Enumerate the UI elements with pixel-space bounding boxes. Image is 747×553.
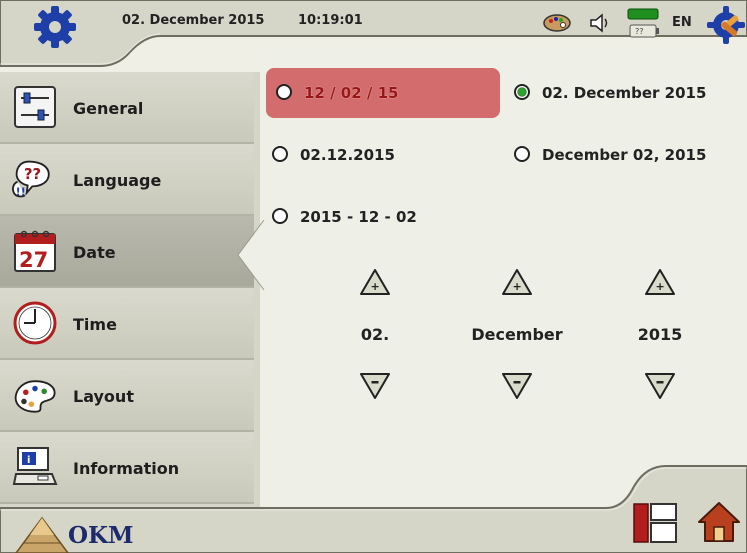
radio-button[interactable] <box>514 146 530 162</box>
sidebar-item-label: Date <box>73 243 116 262</box>
sliders-icon <box>14 86 56 128</box>
sidebar-item-label: Time <box>73 315 117 334</box>
radio-button[interactable] <box>272 146 288 162</box>
status-bar: 02. December 2015 10:19:01 ?? EN <box>0 0 747 67</box>
year-decrement-button[interactable] <box>644 372 676 400</box>
settings-tools-icon[interactable] <box>706 4 746 46</box>
battery-icon <box>627 8 659 38</box>
sidebar-item-language[interactable]: ?? !! Language <box>0 144 254 216</box>
svg-text:+: + <box>656 280 665 293</box>
date-format-label: 2015 - 12 - 02 <box>300 208 417 226</box>
radio-button[interactable] <box>276 84 292 100</box>
palette-icon <box>14 380 56 413</box>
calendar-icon: 27 <box>14 230 56 272</box>
palette-icon <box>543 14 571 32</box>
svg-text:+: + <box>513 280 522 293</box>
svg-text:27: 27 <box>19 248 48 272</box>
active-tab-pointer <box>237 220 265 290</box>
date-format-label: 12 / 02 / 15 <box>304 84 399 102</box>
radio-button-selected[interactable] <box>514 84 530 100</box>
sidebar-item-layout[interactable]: Layout <box>0 360 254 432</box>
sidebar-item-label: General <box>73 99 144 118</box>
clock-icon <box>13 301 57 345</box>
date-format-option-us-long[interactable]: December 02, 2015 <box>504 130 736 178</box>
date-format-label: December 02, 2015 <box>542 146 707 164</box>
sidebar-item-label: Layout <box>73 387 134 406</box>
date-format-option-iso[interactable]: 2015 - 12 - 02 <box>262 192 482 240</box>
date-format-label: 02. December 2015 <box>542 84 707 102</box>
date-format-option-mmddyy[interactable]: 12 / 02 / 15 <box>266 68 500 118</box>
home-icon[interactable] <box>697 500 741 544</box>
battery-label: ?? <box>635 27 644 36</box>
year-value: 2015 <box>637 325 683 344</box>
svg-text:!!: !! <box>16 186 26 199</box>
day-value: 02. <box>360 325 390 344</box>
day-decrement-button[interactable] <box>359 372 391 400</box>
okm-logo-text: OKM <box>68 522 134 549</box>
radio-button[interactable] <box>272 208 288 224</box>
sidebar-item-general[interactable]: General <box>0 72 254 144</box>
current-date: 02. December 2015 <box>122 13 265 28</box>
month-value: December <box>471 325 563 344</box>
sidebar-item-date[interactable]: 27 Date <box>0 216 254 288</box>
month-decrement-button[interactable] <box>501 372 533 400</box>
date-format-option-dotted[interactable]: 02.12.2015 <box>262 130 482 178</box>
date-format-panel: 12 / 02 / 15 02. December 2015 02.12.201… <box>262 48 747 508</box>
svg-text:??: ?? <box>24 166 41 183</box>
date-format-option-long[interactable]: 02. December 2015 <box>504 68 736 116</box>
okm-pyramid-logo <box>15 516 69 553</box>
current-time: 10:19:01 <box>298 13 363 28</box>
day-increment-button[interactable]: + <box>359 268 391 296</box>
split-view-button[interactable] <box>632 502 678 544</box>
speaker-icon <box>590 13 608 33</box>
language-indicator: EN <box>672 15 692 30</box>
svg-text:+: + <box>371 280 380 293</box>
date-format-label: 02.12.2015 <box>300 146 395 164</box>
settings-gear-icon[interactable] <box>30 5 80 49</box>
year-increment-button[interactable]: + <box>644 268 676 296</box>
sidebar-item-label: Language <box>73 171 162 190</box>
speech-bubbles-icon: ?? !! <box>12 160 50 199</box>
sidebar-item-time[interactable]: Time <box>0 288 254 360</box>
month-increment-button[interactable]: + <box>501 268 533 296</box>
sidebar: General ?? !! Language 27 Date Time Layo… <box>0 72 260 508</box>
